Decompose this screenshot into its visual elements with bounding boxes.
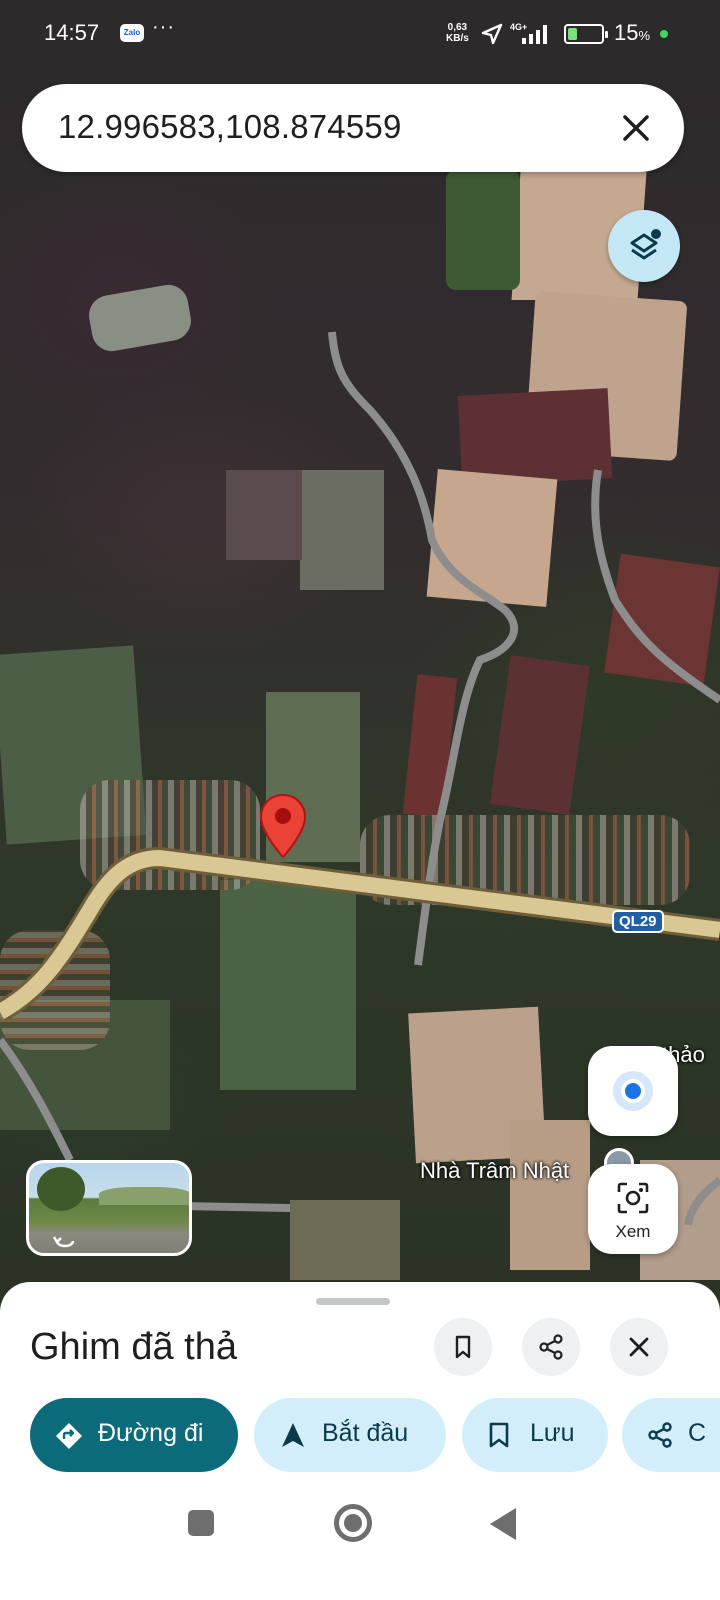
share-icon	[648, 1422, 672, 1448]
recents-square-icon[interactable]	[188, 1510, 214, 1536]
back-triangle-icon[interactable]	[490, 1508, 516, 1540]
share-icon-button[interactable]	[522, 1318, 580, 1376]
bookmark-icon	[489, 1422, 509, 1448]
search-query[interactable]: 12.996583,108.874559	[58, 108, 402, 146]
share-label: C	[688, 1419, 707, 1447]
dropped-pin-icon[interactable]	[259, 793, 307, 861]
street-view-hills	[99, 1187, 189, 1205]
share-chip[interactable]: C	[622, 1398, 720, 1472]
street-view-tree	[37, 1167, 85, 1211]
close-icon[interactable]	[612, 104, 660, 152]
status-bar: 14:57 Zalo ··· 0,63 KB/s 4G+ 15%	[0, 0, 720, 70]
sheet-drag-handle[interactable]	[316, 1298, 390, 1305]
lens-view-button[interactable]: Xem	[588, 1164, 678, 1254]
camera-lens-icon	[617, 1182, 649, 1214]
layers-button[interactable]	[608, 210, 680, 282]
bookmark-icon	[455, 1335, 471, 1359]
close-icon	[629, 1337, 649, 1357]
street-view-thumbnail[interactable]	[26, 1160, 192, 1256]
my-location-button[interactable]	[588, 1046, 678, 1136]
directions-chip[interactable]: Đường đi	[30, 1398, 238, 1472]
system-nav-bar	[0, 1480, 720, 1600]
zalo-notification-icon: Zalo	[120, 24, 144, 42]
more-notifications-icon: ···	[152, 16, 175, 38]
home-circle-icon[interactable]	[334, 1504, 372, 1542]
search-bar[interactable]: 12.996583,108.874559	[22, 84, 684, 172]
close-sheet-button[interactable]	[610, 1318, 668, 1376]
minor-road	[591, 469, 720, 704]
battery-icon	[564, 24, 608, 44]
navigation-arrow-icon	[282, 1423, 304, 1447]
route-shield-ql29: QL29	[612, 910, 664, 933]
start-chip[interactable]: Bắt đầu	[254, 1398, 446, 1472]
directions-label: Đường đi	[98, 1419, 204, 1447]
start-label: Bắt đầu	[322, 1419, 409, 1447]
status-time: 14:57	[44, 20, 100, 45]
highway-ql29-fill	[0, 850, 720, 1020]
minor-road	[328, 331, 519, 966]
signal-icon	[522, 25, 547, 44]
place-label-nha-tram-nhat[interactable]: Nhà Trâm Nhật	[420, 1158, 569, 1184]
minor-road	[684, 1176, 720, 1226]
save-chip[interactable]: Lưu	[462, 1398, 608, 1472]
lens-label: Xem	[615, 1222, 651, 1241]
save-label: Lưu	[530, 1419, 575, 1447]
street-view-rotate-icon	[52, 1236, 75, 1248]
net-speed: 0,63 KB/s	[446, 22, 469, 44]
sheet-title: Ghim đã thả	[30, 1326, 237, 1368]
my-location-icon	[621, 1079, 645, 1103]
save-icon-button[interactable]	[434, 1318, 492, 1376]
location-arrow-icon	[481, 23, 503, 45]
privacy-indicator-dot	[660, 30, 668, 38]
share-icon	[539, 1334, 563, 1360]
layers-icon	[630, 229, 661, 260]
directions-icon	[56, 1423, 82, 1449]
battery-percent: 15%	[614, 20, 651, 45]
